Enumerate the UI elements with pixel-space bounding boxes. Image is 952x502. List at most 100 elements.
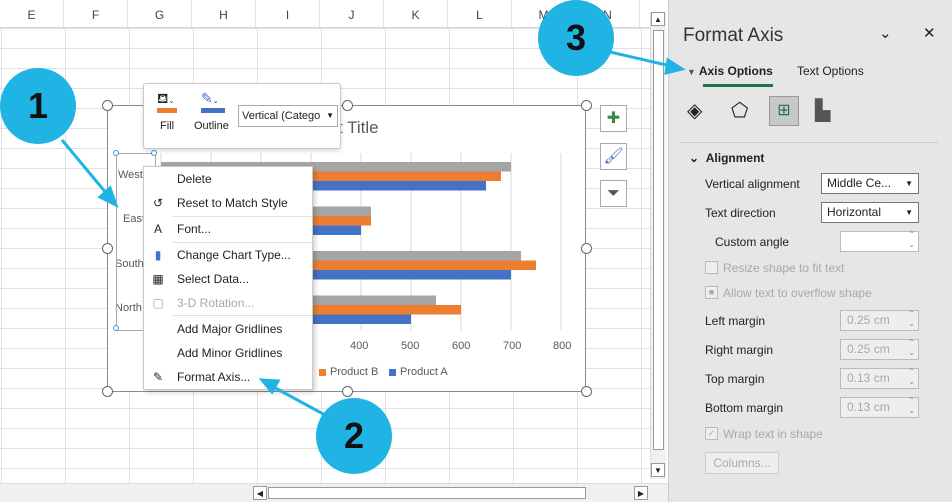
columns-button[interactable]: Columns... — [705, 452, 779, 474]
menu-item-change-chart-type[interactable]: ▮ Change Chart Type... — [144, 244, 312, 266]
horizontal-scrollbar[interactable]: ◀ ▶ — [0, 483, 668, 502]
legend-entry-product-a[interactable]: Product A — [389, 366, 448, 378]
menu-item-3-d-rotation: ▢ 3-D Rotation... — [144, 292, 312, 314]
bottom-margin-label: Bottom margin — [705, 401, 784, 415]
fill-button[interactable]: ⛾⌄ Fill — [157, 90, 187, 132]
selection-handle[interactable] — [113, 325, 119, 331]
scroll-down-arrow[interactable]: ▼ — [651, 463, 665, 477]
column-header[interactable]: F — [64, 0, 128, 27]
menu-item-font[interactable]: A Font... — [144, 218, 312, 240]
chart-element-dropdown[interactable]: Vertical (Catego ▼ — [238, 105, 338, 127]
paint-bucket-icon: ⛾⌄ — [157, 90, 175, 106]
section-alignment[interactable]: ⌄ Alignment — [689, 151, 764, 165]
dropdown-arrow-icon: ▼ — [326, 106, 334, 126]
selection-handle[interactable] — [113, 150, 119, 156]
menu-item-label: Font... — [177, 222, 212, 236]
column-header[interactable]: E — [0, 0, 64, 27]
wrap-text-label: Wrap text in shape — [723, 427, 823, 441]
dropdown-value: Vertical (Catego — [242, 110, 321, 122]
legend-label: Product B — [330, 366, 379, 378]
column-header[interactable]: J — [320, 0, 384, 27]
chart-elements-button[interactable]: ✚ — [600, 105, 627, 132]
mini-toolbar: ⛾⌄ Fill ✎⌄ Outline Vertical (Catego ▼ — [143, 83, 341, 149]
vertical-alignment-dropdown[interactable]: Middle Ce... — [821, 173, 919, 194]
outline-button[interactable]: ✎⌄ Outline — [194, 90, 237, 132]
text-direction-dropdown[interactable]: Horizontal — [821, 202, 919, 223]
top-margin-spinner[interactable]: 0.13 cm — [840, 367, 919, 389]
x-tick-label: 500 — [401, 340, 420, 352]
scroll-thumb[interactable] — [653, 30, 664, 450]
active-tab-underline — [703, 84, 773, 87]
resize-handle[interactable] — [581, 386, 592, 397]
column-header[interactable]: I — [256, 0, 320, 27]
effects-pentagon-icon[interactable]: ⬠ — [731, 98, 748, 123]
selection-handle[interactable] — [151, 150, 157, 156]
callout-2: 2 — [316, 398, 392, 474]
menu-item-add-minor-gridlines[interactable]: Add Minor Gridlines — [144, 342, 312, 364]
left-margin-spinner[interactable]: 0.25 cm — [840, 309, 919, 331]
size-properties-icon[interactable]: ⊞ — [769, 96, 799, 126]
x-tick-label: 800 — [553, 340, 572, 352]
callout-1: 1 — [0, 68, 76, 144]
custom-angle-spinner[interactable] — [840, 230, 919, 252]
3d-rotation-icon: ▢ — [152, 296, 164, 310]
scroll-up-arrow[interactable]: ▲ — [651, 12, 665, 26]
fill-line-icon[interactable]: ◈ — [687, 98, 702, 123]
menu-item-format-axis[interactable]: ✎ Format Axis... — [144, 366, 312, 388]
right-margin-label: Right margin — [705, 343, 774, 357]
plus-icon: ✚ — [606, 110, 621, 127]
custom-angle-label: Custom angle — [715, 235, 790, 249]
format-axis-icon: ✎ — [152, 370, 164, 384]
pane-title: Format Axis — [683, 25, 784, 46]
close-icon[interactable]: ✕ — [923, 24, 936, 42]
resize-handle[interactable] — [102, 243, 113, 254]
menu-separator — [173, 216, 312, 217]
menu-separator — [173, 315, 312, 316]
brush-icon: 🖌 — [603, 148, 624, 165]
column-header[interactable]: H — [192, 0, 256, 27]
menu-item-delete[interactable]: Delete — [144, 168, 312, 190]
chart-styles-button[interactable]: 🖌 — [600, 143, 627, 170]
resize-handle[interactable] — [102, 386, 113, 397]
legend-entry-product-b[interactable]: Product B — [319, 366, 378, 378]
axis-options-bar-icon[interactable]: ▙ — [815, 98, 830, 123]
right-margin-spinner[interactable]: 0.25 cm — [840, 338, 919, 360]
resize-handle[interactable] — [581, 243, 592, 254]
menu-separator — [173, 242, 312, 243]
scroll-left-arrow[interactable]: ◀ — [253, 486, 267, 500]
vertical-scrollbar[interactable]: ▲ ▼ — [650, 12, 666, 479]
resize-handle[interactable] — [102, 100, 113, 111]
resize-handle[interactable] — [342, 386, 353, 397]
menu-item-label: Reset to Match Style — [177, 196, 288, 210]
resize-handle[interactable] — [581, 100, 592, 111]
font-icon: A — [153, 222, 162, 236]
bottom-margin-spinner[interactable]: 0.13 cm — [840, 396, 919, 418]
menu-item-label: Add Minor Gridlines — [177, 346, 283, 360]
legend-label: Product A — [400, 366, 448, 378]
reset-style-icon: ↺ — [152, 196, 164, 210]
overflow-checkbox[interactable]: ■ — [705, 286, 718, 299]
tab-label: Axis Options — [698, 64, 773, 78]
resize-shape-checkbox[interactable] — [705, 261, 718, 274]
menu-item-add-major-gridlines[interactable]: Add Major Gridlines — [144, 318, 312, 340]
menu-item-label: Select Data... — [177, 272, 250, 286]
pane-options-chevron-icon[interactable]: ⌄ — [879, 24, 892, 42]
x-tick-label: 600 — [452, 340, 471, 352]
select-data-icon: ▦ — [152, 272, 164, 286]
tab-axis-options[interactable]: ▼ Axis Options — [687, 64, 773, 78]
column-header[interactable]: G — [128, 0, 192, 27]
scroll-right-arrow[interactable]: ▶ — [634, 486, 648, 500]
column-header[interactable]: K — [384, 0, 448, 27]
wrap-text-checkbox[interactable]: ✓ — [705, 427, 718, 440]
column-header[interactable]: L — [448, 0, 512, 27]
menu-item-reset-to-match-style[interactable]: ↺ Reset to Match Style — [144, 192, 312, 214]
format-axis-pane: Format Axis ⌄ ✕ ▼ Axis Options Text Opti… — [668, 0, 952, 502]
resize-handle[interactable] — [342, 100, 353, 111]
section-label: Alignment — [705, 151, 765, 165]
chart-filters-button[interactable]: ⏷ — [600, 180, 627, 207]
scroll-thumb[interactable] — [268, 487, 586, 499]
menu-item-select-data[interactable]: ▦ Select Data... — [144, 268, 312, 290]
tab-text-options[interactable]: Text Options — [797, 64, 864, 78]
overflow-label: Allow text to overflow shape — [723, 286, 872, 300]
chart-type-icon: ▮ — [154, 248, 162, 262]
